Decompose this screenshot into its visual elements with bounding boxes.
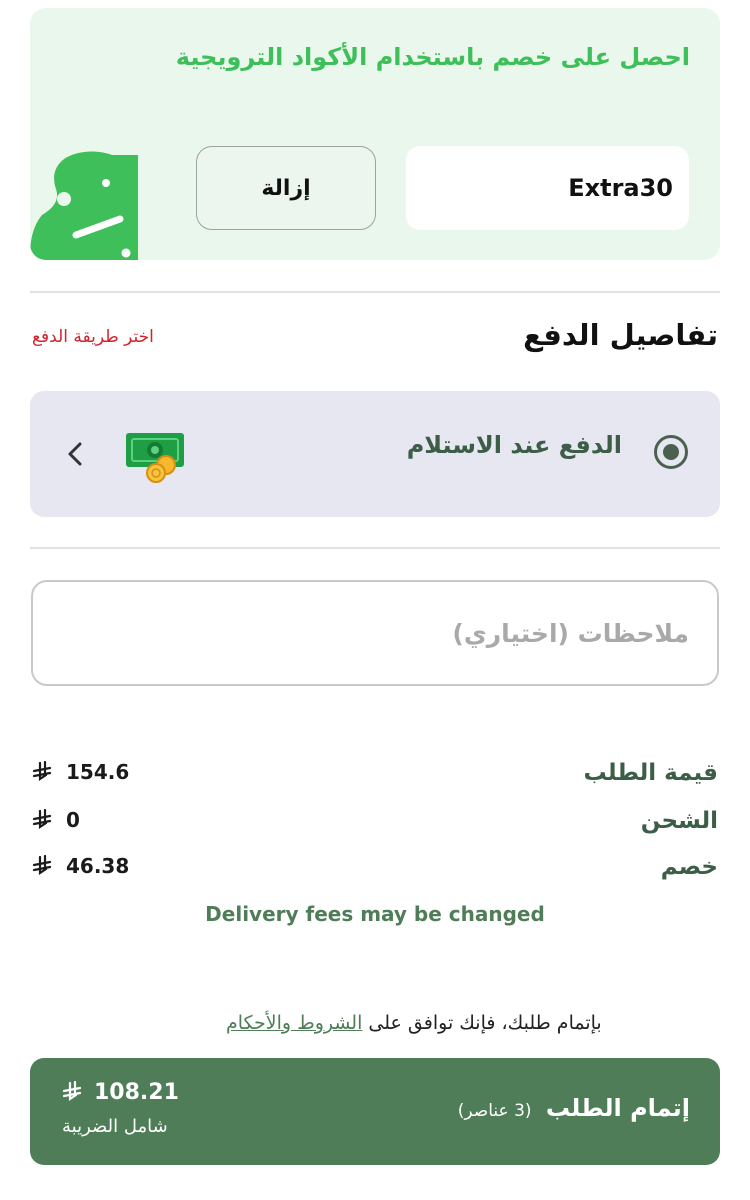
tax-included-note: شامل الضريبة <box>62 1116 168 1137</box>
terms-link[interactable]: الشروط والأحكام <box>226 1012 362 1034</box>
summary-value: 0 <box>32 808 80 832</box>
checkout-button[interactable]: إتمام الطلب (3 عناصر) 108.21 شامل الضريب… <box>30 1058 720 1165</box>
radio-selected-icon[interactable] <box>654 435 688 469</box>
item-count: (3 عناصر) <box>457 1101 532 1121</box>
summary-label: قيمة الطلب <box>583 760 719 786</box>
order-value-amount: 154.6 <box>66 760 130 784</box>
divider <box>30 291 720 293</box>
total-value: 108.21 <box>94 1080 179 1105</box>
summary-row-order-value: قيمة الطلب 154.6 <box>32 760 718 800</box>
terms-notice: بإتمام طلبك، فإنك توافق على الشروط والأح… <box>226 1012 602 1034</box>
payment-details-title: تفاصيل الدفع <box>523 318 718 352</box>
terms-prefix: بإتمام طلبك، فإنك توافق على <box>362 1012 602 1034</box>
payment-method-option[interactable]: الدفع عند الاستلام <box>30 391 720 517</box>
chevron-left-icon[interactable] <box>66 441 84 467</box>
checkout-label: إتمام الطلب (3 عناصر) <box>458 1094 690 1122</box>
riyal-icon <box>32 855 52 876</box>
shipping-amount: 0 <box>66 808 80 832</box>
summary-label: الشحن <box>640 808 718 834</box>
checkout-title: إتمام الطلب <box>545 1094 690 1122</box>
summary-row-discount: خصم 46.38 <box>32 854 718 894</box>
summary-label: خصم <box>660 854 718 880</box>
riyal-icon <box>32 809 52 830</box>
promo-code-card: احصل على خصم باستخدام الأكواد الترويجية … <box>30 8 720 260</box>
choose-payment-method-link[interactable]: اختر طريقة الدفع <box>32 327 154 347</box>
summary-value: 154.6 <box>32 760 129 784</box>
summary-value: 46.38 <box>32 854 129 878</box>
delivery-fees-note: Delivery fees may be changed <box>205 902 545 926</box>
notes-input[interactable] <box>31 580 719 686</box>
riyal-icon <box>62 1081 82 1102</box>
riyal-icon <box>32 761 52 782</box>
discount-amount: 46.38 <box>66 854 130 878</box>
remove-promo-button[interactable]: إزالة <box>196 146 376 230</box>
total-amount: 108.21 <box>62 1080 179 1105</box>
divider <box>30 547 720 549</box>
promo-code-input[interactable] <box>406 146 689 230</box>
coupon-mascot-icon <box>30 151 138 260</box>
cash-money-icon <box>126 433 184 483</box>
promo-title: احصل على خصم باستخدام الأكواد الترويجية <box>175 43 690 71</box>
payment-method-label: الدفع عند الاستلام <box>406 431 622 459</box>
summary-row-shipping: الشحن 0 <box>32 808 718 848</box>
